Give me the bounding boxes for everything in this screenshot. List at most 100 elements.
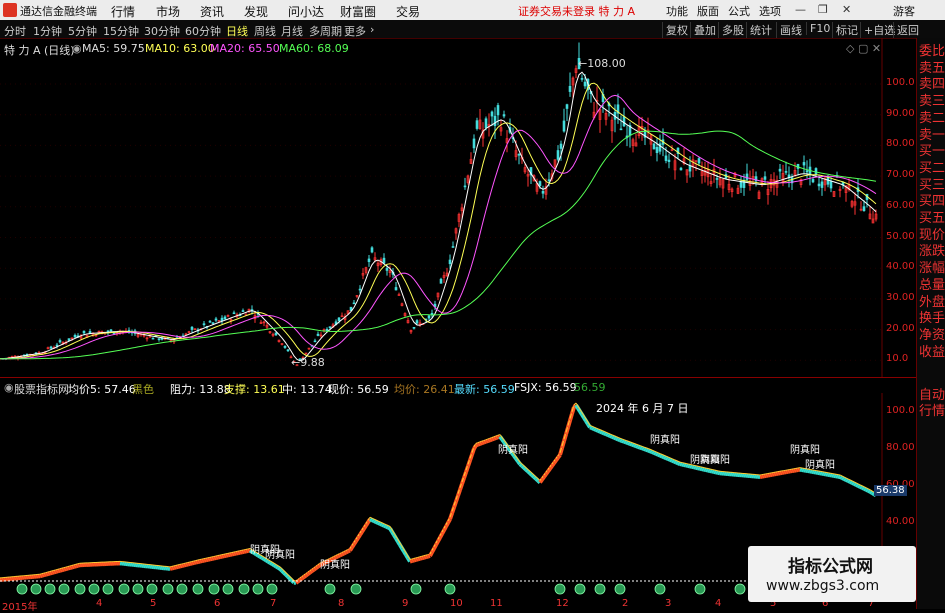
side-panel-item[interactable]: 自动 xyxy=(919,388,945,404)
side-panel-item[interactable]: 买五 xyxy=(919,211,945,227)
restore-icon[interactable]: ❐ xyxy=(818,3,828,16)
indicator-trend-highlight xyxy=(640,446,642,447)
menu-trade[interactable]: 交易 xyxy=(396,3,420,20)
side-panel-item[interactable]: 卖四 xyxy=(919,77,945,93)
tool-back[interactable]: 返回 xyxy=(893,22,919,38)
tool-add-watchlist[interactable]: +自选 xyxy=(860,22,895,38)
period-15min[interactable]: 15分钟 xyxy=(103,23,139,39)
signal-marker xyxy=(223,584,233,594)
side-panel-item[interactable]: 卖一 xyxy=(919,128,945,144)
login-status[interactable]: 证券交易未登录 特 力 A xyxy=(518,3,635,19)
side-panel-item[interactable]: 买四 xyxy=(919,194,945,210)
minimize-icon[interactable]: — xyxy=(795,3,806,16)
guest-button[interactable]: 游客 xyxy=(893,3,915,19)
side-panel-item[interactable]: 总量 xyxy=(919,278,945,294)
side-panel-item[interactable]: 买三 xyxy=(919,178,945,194)
side-panel-item[interactable]: 涨跌 xyxy=(919,244,945,260)
period-5min[interactable]: 5分钟 xyxy=(68,23,97,39)
menu-discover[interactable]: 发现 xyxy=(244,3,268,20)
indicator-trend-highlight xyxy=(634,443,636,444)
indicator-trend-segment xyxy=(672,461,674,462)
period-weekly[interactable]: 周线 xyxy=(254,23,276,39)
side-panel-item[interactable]: 外盘 xyxy=(919,295,945,311)
indicator-trend-highlight xyxy=(646,448,648,449)
side-panel-item[interactable]: 换手 xyxy=(919,311,945,327)
indicator-trend-segment xyxy=(56,571,58,572)
indicator-trend-segment xyxy=(640,448,642,449)
indicator-trend-segment xyxy=(674,462,676,463)
indicator-trend-segment xyxy=(632,445,634,446)
side-panel-item[interactable]: 卖五 xyxy=(919,61,945,77)
side-panel-item[interactable]: 现价 xyxy=(919,228,945,244)
indicator-trend-segment xyxy=(856,485,858,486)
indicator-trend-segment xyxy=(644,449,646,450)
side-panel-item[interactable]: 净资 xyxy=(919,328,945,344)
candle-body xyxy=(440,279,442,283)
side-panel-item[interactable]: 涨幅 xyxy=(919,261,945,277)
candle-body xyxy=(830,182,832,188)
menu-functions[interactable]: 功能 xyxy=(666,3,688,19)
signal-annotation: 阴真阳 xyxy=(498,443,528,456)
menu-formula[interactable]: 公式 xyxy=(728,3,750,19)
indicator-trend-segment xyxy=(68,568,70,569)
candle-body xyxy=(275,333,277,335)
price-tick-label: 50.00 xyxy=(886,231,915,242)
period-30min[interactable]: 30分钟 xyxy=(144,23,180,39)
candle-body xyxy=(656,147,658,152)
side-panel-item[interactable]: 卖三 xyxy=(919,94,945,110)
tool-multi-stock[interactable]: 多股 xyxy=(718,22,744,38)
period-more[interactable]: 更多 xyxy=(344,23,366,39)
indicator-trend-segment xyxy=(620,440,622,441)
menu-ask-xiaoda[interactable]: 问小达 xyxy=(288,3,324,20)
candlestick-chart[interactable] xyxy=(0,38,916,378)
menu-wealth-circle[interactable]: 财富圈 xyxy=(340,3,376,20)
candle-body xyxy=(203,324,205,325)
menu-options[interactable]: 选项 xyxy=(759,3,781,19)
side-panel-item[interactable]: 行情 xyxy=(919,404,945,420)
side-panel-item[interactable]: 收益 xyxy=(919,345,945,361)
period-60min[interactable]: 60分钟 xyxy=(185,23,221,39)
signal-marker xyxy=(119,584,129,594)
period-monthly[interactable]: 月线 xyxy=(281,23,303,39)
tool-draw[interactable]: 画线 xyxy=(776,22,802,38)
period-toolbar: 分时 1分钟 5分钟 15分钟 30分钟 60分钟 日线 周线 月线 多周期 更… xyxy=(0,20,945,39)
period-1min[interactable]: 1分钟 xyxy=(33,23,62,39)
candle-body xyxy=(242,311,244,312)
menu-market[interactable]: 市场 xyxy=(156,3,180,20)
indicator-trend-segment xyxy=(858,486,860,487)
chevron-right-icon[interactable]: › xyxy=(370,23,374,36)
indicator-trend-segment xyxy=(262,558,264,559)
candle-body xyxy=(428,316,430,318)
signal-marker xyxy=(555,584,565,594)
indicator-trend-segment xyxy=(336,556,338,557)
side-panel-item[interactable]: 卖二 xyxy=(919,111,945,127)
menu-layout[interactable]: 版面 xyxy=(697,3,719,19)
close-icon[interactable]: ✕ xyxy=(842,3,851,16)
high-price-label: ←108.00 xyxy=(578,57,626,70)
tool-overlay[interactable]: 叠加 xyxy=(690,22,716,38)
tool-f10[interactable]: F10 xyxy=(806,22,830,35)
side-panel-item[interactable]: 委比 xyxy=(919,44,945,60)
period-daily[interactable]: 日线 xyxy=(226,23,248,39)
candle-body xyxy=(818,184,820,186)
menu-news[interactable]: 资讯 xyxy=(200,3,224,20)
tool-adjust[interactable]: 复权 xyxy=(662,22,688,38)
side-panel-item[interactable]: 买二 xyxy=(919,161,945,177)
menu-quotes[interactable]: 行情 xyxy=(111,3,135,20)
candle-body xyxy=(191,327,193,329)
indicator-trend-segment xyxy=(58,571,60,572)
ma10-line xyxy=(0,83,876,359)
period-timeshare[interactable]: 分时 xyxy=(4,23,26,39)
time-axis-label: 2015年 xyxy=(2,598,37,613)
side-panel-item[interactable]: 买一 xyxy=(919,144,945,160)
tool-stats[interactable]: 统计 xyxy=(746,22,772,38)
indicator-tick-label: 40.00 xyxy=(886,516,915,527)
price-tick-label: 30.00 xyxy=(886,292,915,303)
tool-mark[interactable]: 标记 xyxy=(832,22,858,38)
indicator-trend-segment xyxy=(844,479,846,480)
candle-body xyxy=(563,121,565,131)
time-axis-label: 8 xyxy=(338,598,344,609)
period-multi[interactable]: 多周期 xyxy=(309,23,342,39)
indicator-trend-segment xyxy=(298,580,300,581)
candle-body xyxy=(287,350,289,351)
